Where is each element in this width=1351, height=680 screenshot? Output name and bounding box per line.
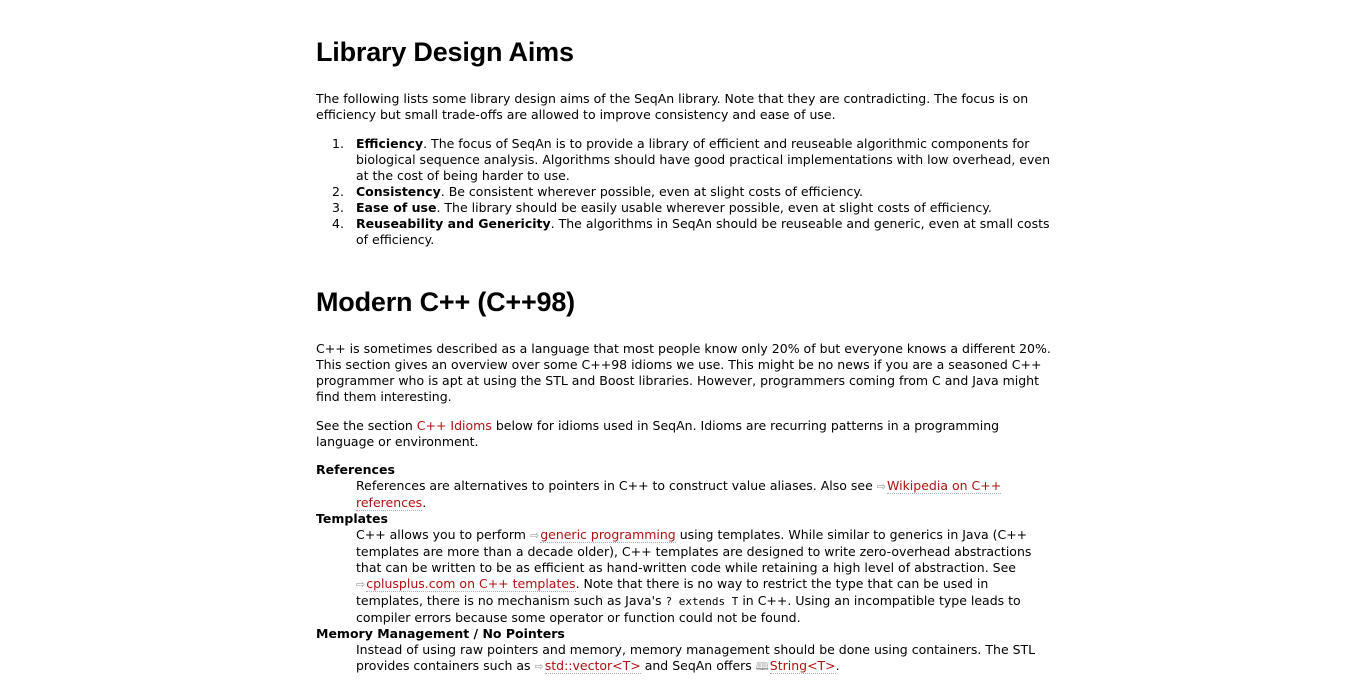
aim-text: . Be consistent wherever possible, even …: [440, 184, 864, 199]
aim-term: Efficiency: [356, 136, 424, 151]
aim-term: Reuseability and Genericity: [356, 216, 551, 231]
list-number: 2.: [332, 184, 344, 199]
heading-modern-cpp: Modern C++ (C++98): [316, 287, 575, 317]
list-item: 1. Efficiency. The focus of SeqAn is to p…: [316, 136, 1056, 184]
list-number: 1.: [332, 136, 344, 151]
term-references: References: [316, 462, 395, 477]
definition-templates: C++ allows you to perform ⇨generic progr…: [356, 527, 1032, 625]
term-templates: Templates: [316, 511, 388, 526]
book-icon: 🕮: [755, 660, 769, 673]
term-memory-management: Memory Management / No Pointers: [316, 626, 565, 641]
aim-term: Ease of use: [356, 200, 437, 215]
definition-memory-management: Instead of using raw pointers and memory…: [356, 642, 1036, 674]
external-link-icon: ⇨: [534, 660, 544, 673]
external-link-icon: ⇨: [529, 529, 540, 542]
heading-library-design-aims: Library Design Aims: [316, 37, 574, 67]
java-wildcard-code: ? extends T: [665, 595, 739, 608]
list-item: 2. Consistency. Be consistent wherever po…: [316, 184, 1056, 200]
modern-cpp-intro: C++ is sometimes described as a language…: [316, 341, 1051, 404]
list-number: 3.: [332, 200, 344, 215]
design-aims-intro: The following lists some library design …: [316, 91, 1029, 122]
cpp-idioms-link[interactable]: C++ Idioms: [417, 418, 492, 433]
cplusplus-templates-link[interactable]: cplusplus.com on C++ templates: [366, 576, 576, 592]
seqan-string-link[interactable]: String<T>: [769, 658, 836, 674]
aim-term: Consistency: [356, 184, 441, 199]
aim-text: . The library should be easily usable wh…: [436, 200, 992, 215]
aim-text: . The focus of SeqAn is to provide a lib…: [356, 136, 1051, 183]
list-number: 4.: [332, 216, 344, 231]
see-idioms-paragraph: See the section C++ Idioms below for idi…: [316, 418, 1000, 449]
list-item: 3. Ease of use. The library should be eas…: [316, 200, 1056, 216]
external-link-icon: ⇨: [876, 480, 887, 493]
design-aims-list: 1. Efficiency. The focus of SeqAn is to p…: [316, 136, 1056, 248]
std-vector-link[interactable]: std::vector<T>: [544, 658, 641, 674]
external-link-icon: ⇨: [356, 578, 366, 591]
definition-references: References are alternatives to pointers …: [356, 478, 1002, 511]
definition-list: References References are alternatives t…: [316, 462, 1056, 675]
list-item: 4. Reuseability and Genericity. The algor…: [316, 216, 1056, 248]
generic-programming-link[interactable]: generic programming: [540, 527, 676, 543]
